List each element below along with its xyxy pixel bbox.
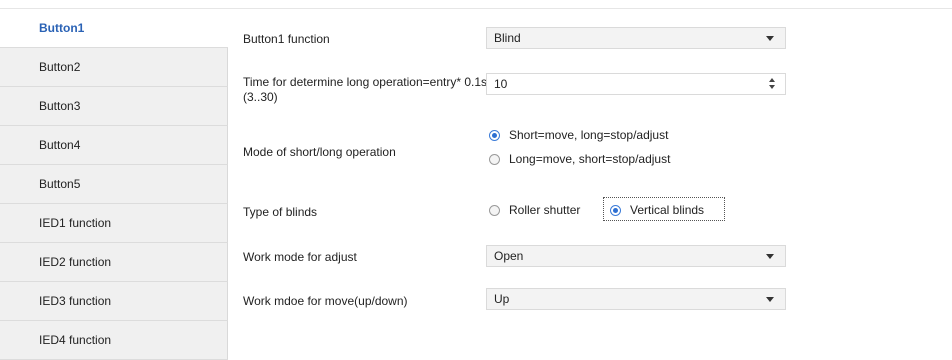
move-mode-value: Up (494, 292, 510, 306)
radio-checked-icon[interactable] (489, 129, 500, 141)
radio-checked-icon[interactable] (610, 204, 621, 216)
mode-option-label: Short=move, long=stop/adjust (509, 128, 669, 142)
sidebar-item-button3[interactable]: Button3 (0, 87, 228, 126)
sidebar: Button1 Button2 Button3 Button4 Button5 … (0, 9, 229, 360)
blind-type-label: Type of blinds (243, 205, 318, 219)
sidebar-item-ied2-function[interactable]: IED2 function (0, 243, 228, 282)
long-time-spinbox[interactable]: 10 (486, 73, 786, 95)
mode-option-label: Long=move, short=stop/adjust (509, 152, 671, 166)
radio-unchecked-icon[interactable] (489, 153, 500, 165)
mode-option-long-move[interactable]: Long=move, short=stop/adjust (489, 152, 670, 166)
blind-type-option-roller-shutter[interactable]: Roller shutter (489, 203, 580, 217)
mode-label: Mode of short/long operation (243, 145, 396, 159)
radio-unchecked-icon[interactable] (489, 204, 500, 216)
chevron-down-icon (766, 297, 774, 302)
sidebar-item-button4[interactable]: Button4 (0, 126, 228, 165)
spin-down-icon[interactable] (769, 85, 775, 89)
sidebar-item-ied1-function[interactable]: IED1 function (0, 204, 228, 243)
adjust-mode-label: Work mode for adjust (243, 250, 357, 264)
chevron-down-icon (766, 36, 774, 41)
mode-option-short-move[interactable]: Short=move, long=stop/adjust (489, 128, 668, 142)
sidebar-item-ied4-function[interactable]: IED4 function (0, 321, 228, 360)
long-time-value: 10 (494, 77, 508, 91)
button-function-label: Button1 function (243, 32, 330, 46)
long-time-range-label: (3..30) (243, 90, 278, 104)
top-divider (0, 0, 952, 9)
adjust-mode-value: Open (494, 249, 524, 263)
sidebar-item-button2[interactable]: Button2 (0, 48, 228, 87)
blind-type-option-label: Roller shutter (509, 203, 581, 217)
sidebar-item-ied3-function[interactable]: IED3 function (0, 282, 228, 321)
chevron-down-icon (766, 254, 774, 259)
sidebar-item-button5[interactable]: Button5 (0, 165, 228, 204)
long-time-label: Time for determine long operation=entry*… (243, 75, 488, 89)
adjust-mode-select[interactable]: Open (486, 245, 786, 267)
move-mode-select[interactable]: Up (486, 288, 786, 310)
blind-type-option-vertical-blinds[interactable]: Vertical blinds (610, 203, 704, 217)
sidebar-item-button1[interactable]: Button1 (0, 9, 228, 48)
button-function-value: Blind (494, 31, 521, 45)
spin-up-icon[interactable] (769, 78, 775, 82)
button-function-select[interactable]: Blind (486, 27, 786, 49)
move-mode-label: Work mdoe for move(up/down) (243, 294, 408, 308)
blind-type-option-label: Vertical blinds (630, 203, 705, 217)
